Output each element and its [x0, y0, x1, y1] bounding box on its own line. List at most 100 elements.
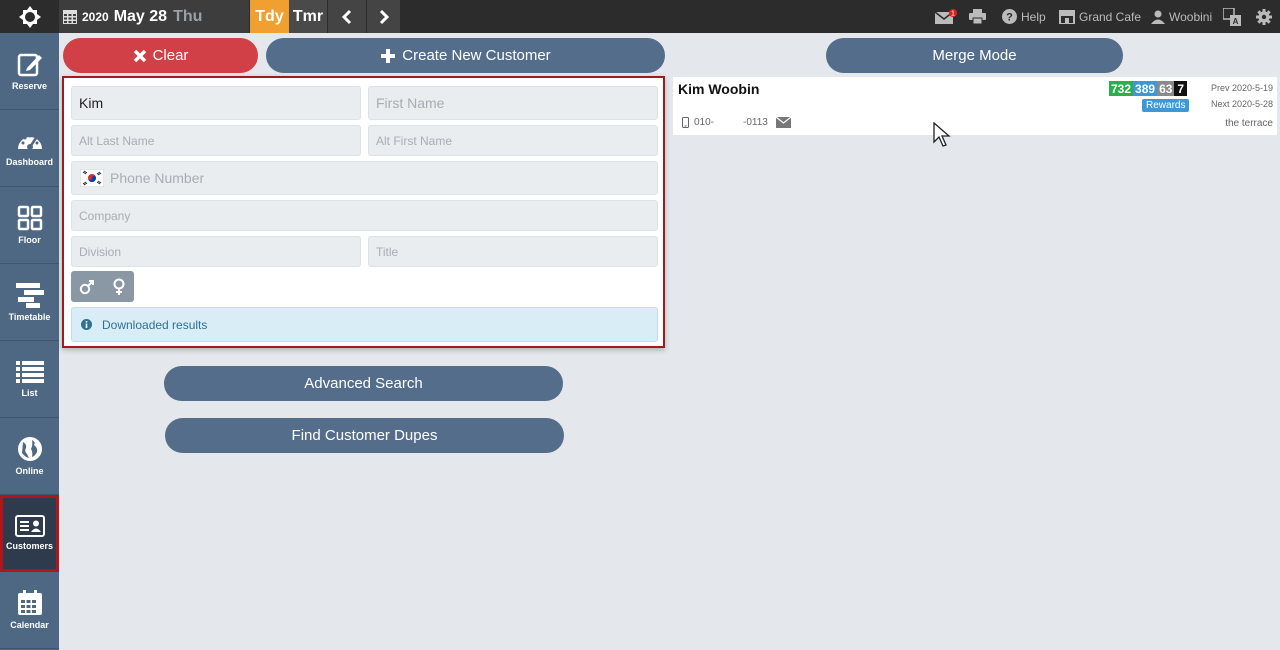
- female-icon[interactable]: [112, 278, 126, 296]
- sidebar-label: List: [21, 388, 38, 398]
- clear-button[interactable]: Clear: [63, 38, 258, 73]
- store-icon: [1059, 9, 1075, 24]
- phone-prefix: 010-: [694, 117, 715, 128]
- alt-first-name-field[interactable]: Alt First Name: [368, 125, 658, 156]
- envelope-icon[interactable]: [775, 117, 791, 128]
- info-alert: Downloaded results: [71, 307, 658, 342]
- phone-number-field[interactable]: Phone Number: [71, 161, 658, 195]
- sidebar-label: Reserve: [11, 81, 48, 91]
- floor-grid-icon: [17, 205, 42, 231]
- phone-suffix: -0113: [743, 117, 768, 128]
- korea-flag-icon: [80, 169, 104, 187]
- customer-location: the terrace: [1225, 118, 1273, 129]
- sidebar-label: Customers: [5, 541, 53, 551]
- first-name-field[interactable]: First Name: [368, 86, 658, 120]
- sidebar-label: Calendar: [10, 620, 49, 630]
- create-label: Create New Customer: [402, 47, 551, 64]
- last-name-field[interactable]: Kim: [71, 86, 361, 120]
- date-year: 2020: [82, 9, 109, 24]
- clear-label: Clear: [152, 47, 189, 64]
- today-button[interactable]: Tdy: [250, 0, 289, 33]
- user-menu[interactable]: Woobini: [1151, 0, 1212, 33]
- customer-name: Kim Woobin: [678, 81, 760, 97]
- title-field[interactable]: Title: [368, 236, 658, 267]
- stat-badge: 63: [1157, 81, 1175, 96]
- info-icon: [81, 319, 92, 330]
- male-icon[interactable]: [79, 279, 95, 295]
- date-weekday: Thu: [173, 7, 203, 25]
- sidebar-label: Floor: [18, 235, 41, 245]
- id-card-icon: [14, 515, 45, 537]
- top-bar: 2020 May 28 Thu Tdy Tmr 1 ? Help Grand C…: [0, 0, 1280, 33]
- date-selector[interactable]: 2020 May 28 Thu: [59, 0, 249, 33]
- sidebar-label: Timetable: [8, 312, 51, 322]
- gauge-icon: [17, 134, 42, 150]
- sidebar-item-reserve[interactable]: Reserve: [0, 33, 59, 110]
- globe-icon: [17, 437, 42, 461]
- customer-search-form: Kim First Name Alt Last Name Alt First N…: [62, 76, 665, 348]
- sidebar-item-online[interactable]: Online: [0, 418, 59, 495]
- merge-mode-button[interactable]: Merge Mode: [826, 38, 1123, 73]
- alt-last-name-field[interactable]: Alt Last Name: [71, 125, 361, 156]
- merge-label: Merge Mode: [932, 47, 1017, 64]
- phone-placeholder: Phone Number: [110, 170, 205, 186]
- calendar-icon: [17, 590, 42, 615]
- sidebar-item-customers[interactable]: Customers: [0, 495, 59, 572]
- svg-text:A: A: [1233, 17, 1239, 26]
- edit-icon: [17, 53, 42, 77]
- find-dupes-button[interactable]: Find Customer Dupes: [165, 418, 564, 453]
- company-field[interactable]: Company: [71, 200, 658, 231]
- print-button[interactable]: [969, 0, 990, 33]
- sidebar-label: Online: [15, 466, 44, 476]
- help-circle-icon: ?: [1002, 9, 1017, 24]
- plus-icon: [381, 48, 396, 63]
- sidebar-item-floor[interactable]: Floor: [0, 187, 59, 264]
- sidebar-item-timetable[interactable]: Timetable: [0, 264, 59, 341]
- stat-badge: 389: [1133, 81, 1158, 96]
- stat-badge: 7: [1174, 81, 1188, 96]
- customer-stats: 732 389 63 7: [1109, 81, 1188, 96]
- language-button[interactable]: A: [1223, 0, 1245, 33]
- mouse-cursor-icon: [933, 122, 951, 147]
- timetable-icon: [15, 283, 44, 308]
- messages-button[interactable]: 1: [935, 0, 961, 33]
- chevron-right-icon: [379, 9, 389, 24]
- restaurant-label: Grand Cafe: [1079, 9, 1142, 24]
- date-month-day: May 28: [113, 7, 168, 25]
- help-label: Help: [1021, 9, 1046, 24]
- next-day-button[interactable]: [367, 0, 400, 33]
- sidebar-label: Dashboard: [5, 157, 53, 167]
- chevron-left-icon: [341, 9, 352, 24]
- customer-result-card[interactable]: Kim Woobin 732 389 63 7 Rewards Prev 202…: [673, 77, 1277, 135]
- advanced-search-label: Advanced Search: [304, 375, 423, 392]
- app-logo-icon[interactable]: [0, 0, 59, 33]
- gender-toggle: [71, 271, 134, 302]
- restaurant-selector[interactable]: Grand Cafe: [1059, 0, 1141, 33]
- gear-icon: [1256, 8, 1272, 25]
- customer-phone: 010- -0113: [682, 117, 791, 128]
- list-icon: [15, 361, 44, 383]
- create-customer-button[interactable]: Create New Customer: [266, 38, 665, 73]
- user-label: Woobini: [1169, 9, 1213, 24]
- advanced-search-button[interactable]: Advanced Search: [164, 366, 563, 401]
- translate-icon: A: [1223, 7, 1241, 26]
- sidebar-item-list[interactable]: List: [0, 341, 59, 418]
- notification-count: 1: [951, 10, 955, 17]
- user-icon: [1151, 10, 1165, 24]
- calendar-grid-icon: [63, 9, 77, 24]
- find-dupes-label: Find Customer Dupes: [291, 427, 438, 444]
- tomorrow-button[interactable]: Tmr: [289, 0, 327, 33]
- svg-text:?: ?: [1006, 12, 1013, 24]
- info-message: Downloaded results: [102, 317, 208, 332]
- mobile-icon: [682, 117, 689, 128]
- prev-visit: Prev 2020-5-19: [1210, 83, 1273, 93]
- sidebar-item-calendar[interactable]: Calendar: [0, 572, 59, 649]
- division-field[interactable]: Division: [71, 236, 361, 267]
- sidebar-item-dashboard[interactable]: Dashboard: [0, 110, 59, 187]
- help-button[interactable]: ? Help: [1002, 0, 1046, 33]
- sidebar: Reserve Dashboard Floor Timetable List O…: [0, 33, 59, 650]
- rewards-badge: Rewards: [1142, 99, 1190, 112]
- settings-button[interactable]: [1256, 0, 1276, 33]
- close-icon: [133, 49, 146, 62]
- prev-day-button[interactable]: [328, 0, 366, 33]
